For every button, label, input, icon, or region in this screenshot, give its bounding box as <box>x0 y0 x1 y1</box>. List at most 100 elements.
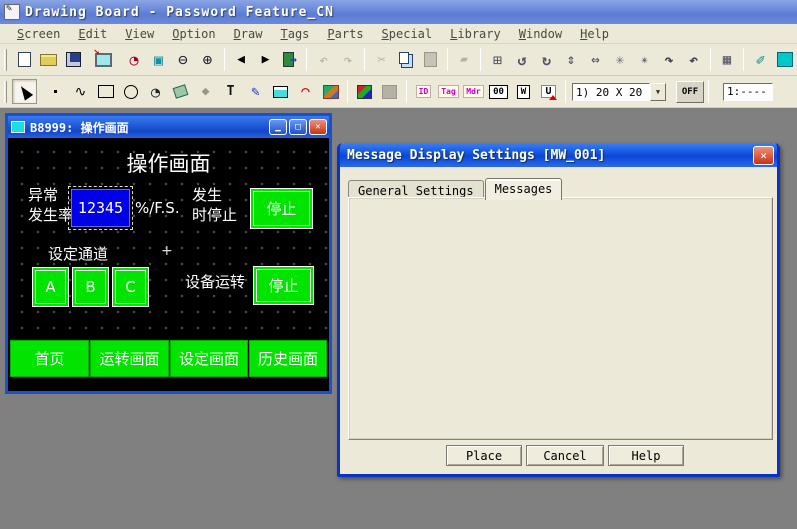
abnormal-rate-label[interactable]: 异常 发生率 <box>28 185 73 226</box>
grid-setting-icon[interactable] <box>715 47 740 72</box>
minimize-button[interactable]: ▁ <box>269 119 287 135</box>
polygon-tool-icon[interactable] <box>193 79 218 104</box>
circle-tool-icon[interactable] <box>118 79 143 104</box>
menu-tags[interactable]: Tags <box>271 25 318 43</box>
dialog-title: Message Display Settings [MW_001] <box>347 148 753 163</box>
cut-icon[interactable] <box>369 47 394 72</box>
message-display-dialog: Message Display Settings [MW_001] ✕ Gene… <box>337 143 780 477</box>
box-tool-icon[interactable] <box>93 79 118 104</box>
toolbar-grip[interactable] <box>4 49 7 71</box>
screen-number-field[interactable]: 1:---- <box>723 83 773 101</box>
transfer-icon[interactable] <box>91 47 116 72</box>
channel-label[interactable]: 设定通道 <box>48 243 108 264</box>
parts-3d-disabled-icon[interactable] <box>377 79 402 104</box>
line-tool-icon[interactable] <box>68 79 93 104</box>
enlarge-icon[interactable] <box>632 47 657 72</box>
menu-edit[interactable]: Edit <box>69 25 116 43</box>
nav-history-screen-button[interactable]: 历史画面 <box>249 340 327 377</box>
place-button[interactable]: Place <box>446 445 522 466</box>
dot-tool-icon[interactable] <box>43 79 68 104</box>
close-screen-icon[interactable] <box>278 47 303 72</box>
grid-size-value[interactable]: 1) 20 X 20 <box>572 83 650 101</box>
flip-vertical-icon[interactable] <box>559 47 584 72</box>
app-window: Drawing Board - Password Feature_CN Scre… <box>0 0 797 529</box>
tag-display-icon[interactable] <box>436 79 461 104</box>
dialog-body: General Settings Messages Direct Browse … <box>340 167 777 474</box>
menu-screen[interactable]: Screen <box>8 25 69 43</box>
select-tool-icon[interactable] <box>12 79 37 104</box>
new-screen-icon[interactable] <box>12 47 37 72</box>
toolbar-standard <box>0 44 797 76</box>
nav-setting-screen-button[interactable]: 设定画面 <box>170 340 248 377</box>
toolbar-grip-2[interactable] <box>4 81 7 103</box>
eraser-icon[interactable] <box>452 47 477 72</box>
unit-label[interactable]: %/F.S. <box>135 199 180 217</box>
menu-parts[interactable]: Parts <box>318 25 372 43</box>
equipment-run-label[interactable]: 设备运转 <box>185 271 245 292</box>
copy-icon[interactable] <box>394 47 419 72</box>
draw-pen-icon[interactable] <box>748 47 773 72</box>
word-icon[interactable] <box>511 79 536 104</box>
numeric-display[interactable]: 12345 <box>71 189 130 227</box>
parts-3d-icon[interactable] <box>352 79 377 104</box>
stop-switch-1[interactable]: 停止 <box>250 188 313 229</box>
error-check-icon[interactable] <box>122 47 147 72</box>
zoom-in-icon[interactable] <box>195 47 220 72</box>
shrink-icon[interactable] <box>608 47 633 72</box>
undo-icon[interactable] <box>311 47 336 72</box>
zoom-out-icon[interactable] <box>171 47 196 72</box>
maximize-button[interactable]: □ <box>289 119 307 135</box>
cancel-button[interactable]: Cancel <box>526 445 604 466</box>
menu-draw[interactable]: Draw <box>225 25 272 43</box>
arc-tool-icon[interactable] <box>293 79 318 104</box>
color-box-icon[interactable] <box>773 47 797 72</box>
marker-tool-icon[interactable] <box>243 79 268 104</box>
grid-size-select[interactable]: 1) 20 X 20 ▼ <box>572 83 666 101</box>
previous-screen-icon[interactable] <box>229 47 254 72</box>
menu-window[interactable]: Window <box>510 25 571 43</box>
canvas-title[interactable]: 操作画面 <box>127 148 211 178</box>
toolbar-draw: 1) 20 X 20 ▼ OFF 1:---- <box>0 76 797 108</box>
char-count-icon[interactable] <box>486 79 511 104</box>
channel-switch-b[interactable]: B <box>72 267 109 307</box>
pie-tool-icon[interactable] <box>143 79 168 104</box>
stop-switch-2[interactable]: 停止 <box>253 266 314 305</box>
text-tool-icon[interactable] <box>218 79 243 104</box>
dialog-tabs: General Settings Messages <box>348 176 563 198</box>
menu-library[interactable]: Library <box>441 25 510 43</box>
chevron-down-icon[interactable]: ▼ <box>650 83 666 101</box>
save-file-icon[interactable] <box>61 47 86 72</box>
menu-help[interactable]: Help <box>571 25 618 43</box>
modifier-display-icon[interactable] <box>461 79 486 104</box>
simulator-icon[interactable] <box>146 47 171 72</box>
paste-icon[interactable] <box>418 47 443 72</box>
screen-canvas[interactable]: 操作画面 异常 发生率 12345 %/F.S. 发生 时停止 停止 设定通道 … <box>8 138 329 391</box>
menu-option[interactable]: Option <box>163 25 224 43</box>
stop-when-label[interactable]: 发生 时停止 <box>192 185 237 226</box>
position-icon[interactable] <box>485 47 510 72</box>
channel-switch-a[interactable]: A <box>32 267 69 307</box>
paint-tool-icon[interactable] <box>168 79 193 104</box>
close-button[interactable]: ✕ <box>309 119 327 135</box>
dialog-close-icon[interactable]: ✕ <box>753 146 774 165</box>
open-file-icon[interactable] <box>36 47 61 72</box>
next-screen-icon[interactable] <box>253 47 278 72</box>
tab-messages[interactable]: Messages <box>485 178 563 200</box>
menu-special[interactable]: Special <box>373 25 442 43</box>
rotate-left-icon[interactable] <box>510 47 535 72</box>
repeat-copy-icon[interactable] <box>657 47 682 72</box>
help-button[interactable]: Help <box>608 445 684 466</box>
menu-view[interactable]: View <box>116 25 163 43</box>
flip-horizontal-icon[interactable] <box>583 47 608 72</box>
repeat-copy-2-icon[interactable] <box>681 47 706 72</box>
off-state-button[interactable]: OFF <box>676 81 704 103</box>
channel-switch-c[interactable]: C <box>112 267 149 307</box>
screen-block-icon[interactable] <box>268 79 293 104</box>
id-display-icon[interactable] <box>411 79 436 104</box>
nav-home-button[interactable]: 首页 <box>10 340 89 377</box>
pattern-image-icon[interactable] <box>318 79 343 104</box>
rotate-right-icon[interactable] <box>534 47 559 72</box>
redo-icon[interactable] <box>336 47 361 72</box>
nav-run-screen-button[interactable]: 运转画面 <box>90 340 169 377</box>
up-mark-icon[interactable] <box>536 79 561 104</box>
